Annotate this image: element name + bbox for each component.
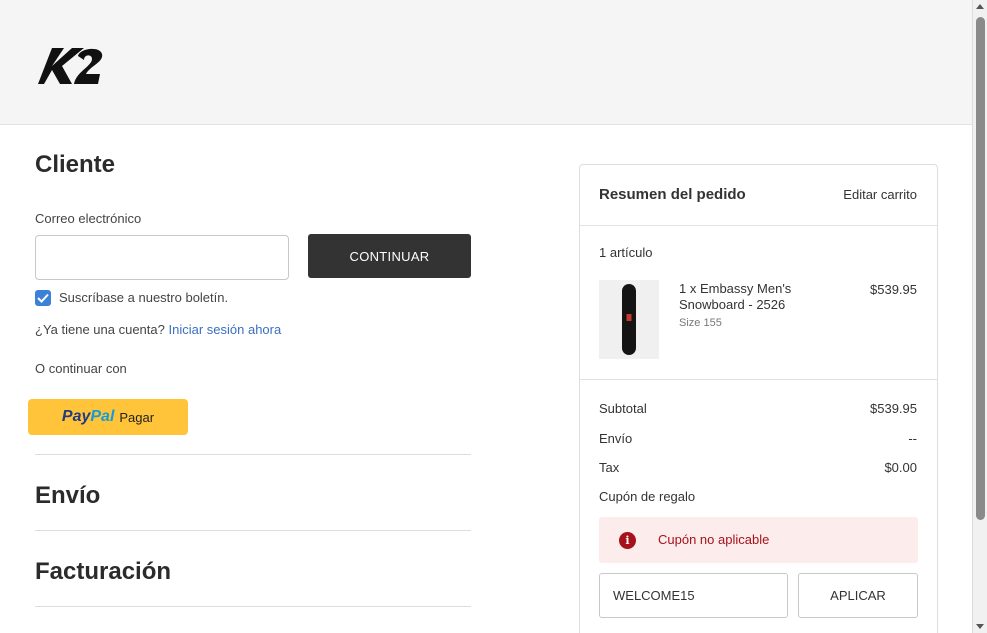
subtotal-value: $539.95 <box>870 401 917 416</box>
product-price: $539.95 <box>870 282 917 297</box>
product-image <box>599 280 659 359</box>
or-continue-label: O continuar con <box>35 361 127 376</box>
summary-divider <box>580 379 937 380</box>
snowboard-image-icon <box>622 284 636 355</box>
product-name-line2: Snowboard - 2526 <box>679 297 786 312</box>
scroll-up-arrow-icon[interactable] <box>976 4 984 9</box>
order-summary-panel: Resumen del pedido Editar carrito 1 artí… <box>579 164 938 633</box>
page-scrollbar[interactable] <box>972 0 987 633</box>
checkmark-icon <box>37 293 49 303</box>
gift-coupon-link[interactable]: Cupón de regalo <box>599 489 695 504</box>
email-field[interactable] <box>35 235 289 280</box>
k2-logo[interactable] <box>38 44 106 86</box>
site-header <box>0 0 972 125</box>
coupon-error-alert: i Cupón no aplicable <box>599 517 918 563</box>
email-label: Correo electrónico <box>35 211 142 226</box>
billing-section-title[interactable]: Facturación <box>35 558 171 586</box>
order-summary-title: Resumen del pedido <box>599 186 746 203</box>
paypal-logo: PayPal <box>62 408 114 426</box>
tax-value: $0.00 <box>884 460 917 475</box>
login-link[interactable]: Iniciar sesión ahora <box>168 322 281 337</box>
shipping-section-title[interactable]: Envío <box>35 482 100 510</box>
coupon-error-text: Cupón no aplicable <box>658 532 770 547</box>
section-divider <box>35 530 471 531</box>
newsletter-label: Suscríbase a nuestro boletín. <box>59 290 229 305</box>
account-prompt: ¿Ya tiene una cuenta? Iniciar sesión aho… <box>35 322 281 337</box>
error-info-icon: i <box>619 532 636 549</box>
coupon-code-input[interactable] <box>599 573 788 618</box>
product-name-line1: 1 x Embassy Men's <box>679 281 792 296</box>
scrollbar-thumb[interactable] <box>976 17 985 520</box>
paypal-action-label: Pagar <box>119 409 155 425</box>
section-divider <box>35 606 471 607</box>
paypal-logo-pal: Pal <box>90 408 115 425</box>
subtotal-label: Subtotal <box>599 401 647 416</box>
shipping-value: -- <box>908 431 917 446</box>
item-count: 1 artículo <box>599 245 653 260</box>
edit-cart-link[interactable]: Editar carrito <box>843 187 917 202</box>
paypal-button[interactable]: PayPal Pagar <box>28 399 188 435</box>
apply-coupon-button[interactable]: APLICAR <box>798 573 918 618</box>
continue-button[interactable]: CONTINUAR <box>308 234 471 278</box>
summary-divider <box>580 225 937 226</box>
scroll-down-arrow-icon[interactable] <box>976 624 984 629</box>
customer-section-title: Cliente <box>35 151 116 178</box>
newsletter-checkbox[interactable] <box>35 290 51 306</box>
product-size: Size 155 <box>679 317 722 329</box>
shipping-label: Envío <box>599 431 633 446</box>
tax-label: Tax <box>599 460 620 475</box>
account-question: ¿Ya tiene una cuenta? <box>35 322 165 337</box>
paypal-logo-pay: Pay <box>61 408 91 425</box>
section-divider <box>35 454 471 455</box>
